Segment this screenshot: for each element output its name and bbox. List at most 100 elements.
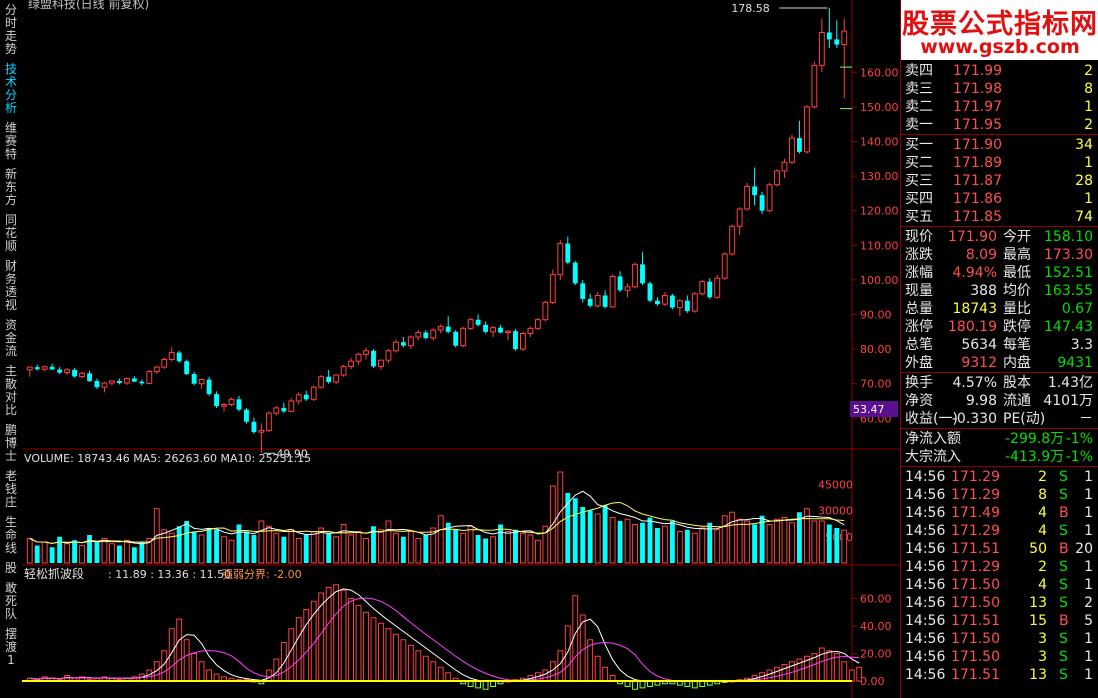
indicator-bar	[781, 664, 788, 682]
chart-area: 绿盟科技(日线 前复权) 160.00 150.00 140.00 130.00 120…	[22, 0, 900, 698]
candle	[109, 380, 115, 384]
volume-bar	[661, 525, 668, 564]
volume-bar	[811, 520, 818, 564]
candle	[818, 31, 825, 66]
indicator-bar	[295, 617, 302, 682]
tab-8[interactable]: 鹏博士	[2, 424, 20, 463]
indicator-bar	[213, 673, 220, 682]
candle	[184, 361, 190, 375]
volume-bar	[198, 534, 205, 564]
trade-tick-row: 14:56 171.49 4 B 1	[905, 504, 1097, 522]
candle	[295, 394, 302, 402]
candle	[423, 332, 429, 339]
volume-bar	[139, 542, 145, 563]
tab-10[interactable]: 生命线	[2, 516, 20, 555]
stat-value: 388	[970, 283, 997, 299]
candle	[834, 39, 840, 45]
candle	[363, 350, 369, 355]
volume-bar	[505, 531, 511, 564]
stat-value: －	[1079, 411, 1093, 427]
stat-row: 净资 9.98 流通 4101万	[905, 392, 1097, 410]
candle	[744, 185, 751, 210]
tick-time: 14:56	[905, 577, 946, 593]
stat-row: 总笔 5634 每笔 3.3	[905, 336, 1097, 354]
stat-row: 收益(一) -0.330 PE(动) －	[905, 410, 1097, 428]
trade-tick-row: 14:56 171.51 13 S 1	[905, 666, 1097, 684]
tick-count: 20	[1075, 541, 1093, 557]
tab-1[interactable]: 技术分析	[2, 63, 20, 115]
candle	[430, 329, 437, 339]
price-tick-label: 120.00	[860, 205, 899, 218]
candle	[520, 333, 526, 350]
indicator-tick-label: 0.00	[860, 675, 885, 688]
stat-label: 现量	[905, 283, 933, 299]
candle	[161, 358, 168, 368]
indicator-bar	[288, 628, 295, 682]
tick-count: 1	[1084, 649, 1093, 665]
sell-qty: 1	[1084, 99, 1093, 115]
tick-qty: 2	[1038, 469, 1047, 485]
candle	[41, 366, 48, 370]
price-tick-label: 130.00	[860, 170, 899, 183]
tab-3[interactable]: 新东方	[2, 168, 20, 207]
tick-time: 14:56	[905, 559, 946, 575]
volume-bar	[273, 532, 280, 564]
tick-price: 171.49	[951, 505, 1000, 521]
candle	[176, 352, 182, 362]
tick-count: 1	[1084, 523, 1093, 539]
tab-9[interactable]: 老钱庄	[2, 470, 20, 509]
candle	[490, 327, 496, 333]
indicator-bar	[333, 584, 340, 682]
tick-time: 14:56	[905, 667, 946, 683]
tick-time: 14:56	[905, 595, 946, 611]
tab-4[interactable]: 同花顺	[2, 214, 20, 253]
volume-bar	[400, 536, 406, 563]
tab-2[interactable]: 维赛特	[2, 122, 20, 161]
candle	[445, 326, 451, 332]
tick-time: 14:56	[905, 487, 946, 503]
sell-qty: 2	[1084, 117, 1093, 133]
tab-12[interactable]: 敢死队	[2, 582, 20, 621]
indicator-bar	[422, 655, 429, 682]
volume-bar	[423, 535, 429, 563]
volume-bar	[640, 522, 645, 563]
candle	[310, 386, 317, 400]
tab-6[interactable]: 资金流	[2, 319, 20, 358]
stat-value: -0.330	[951, 411, 997, 427]
flow-label: 净流入额	[905, 431, 961, 447]
tick-price: 171.51	[951, 667, 1000, 683]
candle	[527, 327, 534, 335]
sell-level-label: 卖四	[905, 63, 933, 79]
candle	[131, 378, 137, 382]
tab-7[interactable]: 主散对比	[2, 365, 20, 417]
volume-bar	[228, 539, 235, 564]
tab-0[interactable]: 分时走势	[2, 4, 20, 56]
candle	[221, 403, 227, 407]
volume-bar	[244, 531, 249, 563]
stat-label: 外盘	[905, 355, 933, 371]
volume-bar	[513, 529, 518, 563]
candle	[392, 341, 399, 352]
buy-level-label: 买五	[905, 209, 933, 225]
indicator-bar	[774, 666, 780, 682]
candle	[684, 300, 690, 312]
tab-5[interactable]: 财务透视	[2, 260, 20, 312]
candle	[371, 350, 376, 367]
candle	[407, 336, 414, 347]
indicator-bar	[355, 604, 362, 682]
stat-row: 总量 18743 量比 0.67	[905, 300, 1097, 318]
stat-label: 内盘	[1003, 355, 1031, 371]
volume-bar	[699, 527, 706, 564]
tab-11[interactable]: 股	[2, 562, 20, 575]
tab-13[interactable]: 摆渡1	[2, 628, 20, 667]
indicator-threshold: 强弱分界: -2.00	[222, 568, 302, 581]
candle	[206, 379, 212, 395]
candle	[400, 342, 406, 346]
candle	[49, 366, 55, 370]
candle	[609, 275, 616, 308]
candle	[736, 208, 743, 227]
volume-bar	[41, 541, 48, 564]
candle	[139, 381, 145, 384]
volume-bar	[288, 529, 295, 564]
candle	[811, 64, 818, 108]
